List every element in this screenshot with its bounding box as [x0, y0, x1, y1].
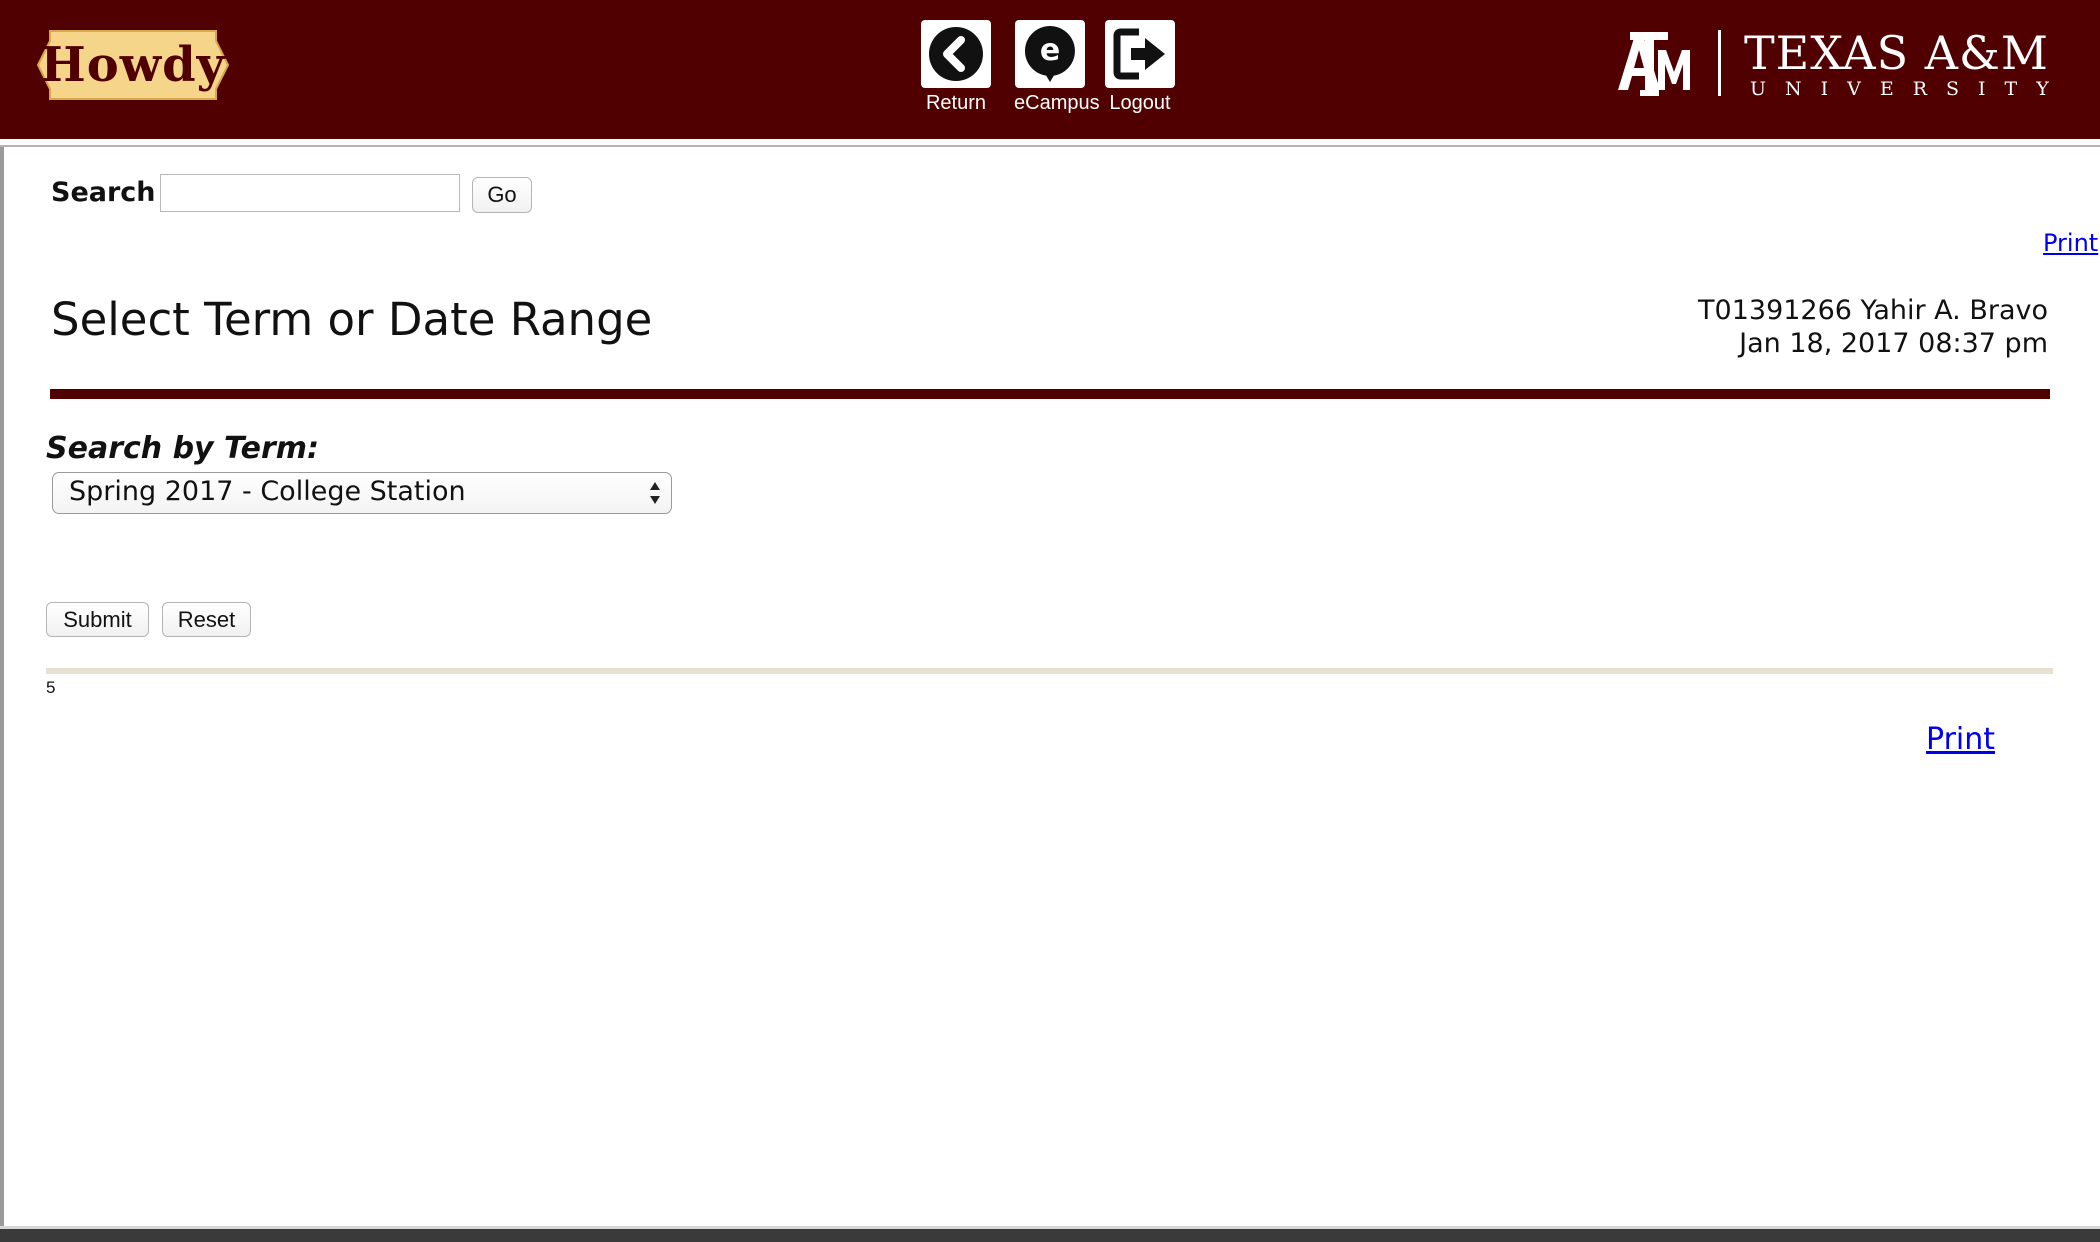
return-icon [929, 27, 983, 81]
term-label: Search by Term: [46, 431, 320, 466]
tamu-name: TEXAS A&M [1744, 26, 2049, 80]
ecampus-label: eCampus [1014, 92, 1100, 114]
howdy-logo[interactable]: Howdy [36, 29, 230, 101]
tamu-subtitle: UNIVERSITY [1750, 78, 2068, 100]
atm-monogram-icon [1618, 32, 1690, 96]
tamu-logo[interactable]: TEXAS A&M UNIVERSITY [1614, 26, 2054, 102]
go-button[interactable]: Go [472, 177, 532, 213]
howdy-logo-text: Howdy [40, 37, 226, 93]
print-link-top[interactable]: Print [2043, 229, 2098, 257]
reset-button[interactable]: Reset [162, 602, 251, 637]
submit-button[interactable]: Submit [46, 602, 149, 637]
logout-tile [1105, 20, 1175, 88]
ecampus-icon: e [1024, 26, 1075, 82]
search-label: Search [51, 177, 156, 208]
title-divider [50, 389, 2050, 399]
footer-divider [46, 668, 2053, 674]
search-input[interactable] [160, 174, 460, 212]
user-id-name: T01391266 Yahir A. Bravo [1698, 295, 2048, 326]
left-border [0, 147, 4, 1229]
term-select[interactable]: Spring 2017 - College Station [52, 472, 672, 514]
header-bar: Howdy Return e eCampus Logout TEXAS A&M … [0, 0, 2100, 139]
page-title: Select Term or Date Range [51, 293, 653, 346]
term-select-value: Spring 2017 - College Station [69, 476, 466, 507]
select-arrows-icon [650, 482, 660, 504]
return-button[interactable]: Return [920, 20, 992, 115]
howdy-page: Howdy Return e eCampus Logout TEXAS A&M … [0, 0, 2100, 1242]
logout-label: Logout [1109, 92, 1171, 114]
page-footnote: 5 [46, 678, 56, 697]
timestamp: Jan 18, 2017 08:37 pm [1739, 328, 2048, 359]
return-label: Return [925, 92, 987, 114]
print-link-bottom[interactable]: Print [1926, 722, 1995, 757]
user-info: T01391266 Yahir A. Bravo Jan 18, 2017 08… [1698, 294, 2048, 360]
ecampus-tile: e [1015, 20, 1085, 88]
ecampus-button[interactable]: e eCampus [1014, 20, 1100, 115]
bottom-bar [0, 1229, 2100, 1242]
svg-text:e: e [1040, 33, 1060, 68]
header-divider [0, 139, 2100, 147]
logout-icon [1113, 28, 1165, 80]
return-tile [921, 20, 991, 88]
logout-button[interactable]: Logout [1104, 20, 1176, 115]
tamu-logo-divider [1718, 30, 1721, 96]
